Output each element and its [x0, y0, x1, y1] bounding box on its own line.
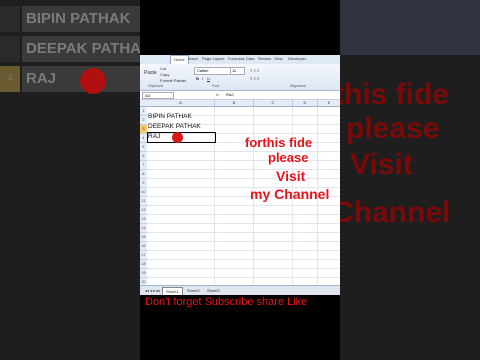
grid-hline: [147, 169, 340, 170]
group-label-font: Font: [212, 84, 220, 88]
row-header[interactable]: 5: [140, 143, 147, 152]
bg-red-dot: [80, 68, 106, 94]
row-header[interactable]: 8: [140, 170, 147, 179]
column-headers: A B C D E: [140, 100, 340, 107]
tab-insert[interactable]: Insert: [188, 56, 198, 61]
row-header[interactable]: 15: [140, 233, 147, 242]
row-header[interactable]: 17: [140, 251, 147, 260]
row-header[interactable]: 14: [140, 224, 147, 233]
sheet-tab-sheet2[interactable]: Sheet2: [184, 287, 203, 294]
overlay-line-2: please: [268, 150, 309, 165]
align-icon[interactable]: ≡ ≡ ≡: [250, 68, 259, 73]
overlay-line-3: Visit: [276, 168, 306, 184]
align-icon[interactable]: ≡ ≡ ≡: [250, 76, 259, 81]
row-header[interactable]: 12: [140, 206, 147, 215]
cell-a2[interactable]: DEEPAK PATHAK: [148, 122, 201, 131]
name-box[interactable]: A3: [142, 92, 174, 99]
cursor-highlight-dot: [172, 132, 183, 143]
bg-row-number: [0, 6, 20, 32]
bg-text-line: Visit: [350, 148, 413, 181]
grid-hline: [147, 232, 340, 233]
ribbon: Paste Cut Copy Format Painter Calibri 11…: [140, 64, 340, 91]
grid-hline: [147, 223, 340, 224]
underline-icon[interactable]: U: [207, 76, 210, 81]
row-header[interactable]: 2: [140, 116, 147, 125]
sheet-tab-sheet3[interactable]: Sheet3: [204, 287, 223, 294]
sheet-tab-sheet1[interactable]: Sheet1: [162, 287, 183, 295]
row-header[interactable]: 9: [140, 179, 147, 188]
background-zoom-right: this fide please Visit Channel: [340, 0, 480, 360]
tab-developer[interactable]: Developer: [288, 56, 306, 61]
tab-review[interactable]: Review: [258, 56, 271, 61]
bold-icon[interactable]: B: [196, 76, 199, 81]
row-header[interactable]: 6: [140, 152, 147, 161]
sheet-nav-icon[interactable]: ◂◂ ◂ ▸ ▸▸: [142, 287, 163, 294]
row-header[interactable]: 1: [140, 107, 147, 116]
row-header[interactable]: 7: [140, 161, 147, 170]
grid-hline: [147, 277, 340, 278]
row-header[interactable]: 16: [140, 242, 147, 251]
overlay-line-4: my Channel: [250, 186, 330, 202]
bg-cell-bipin: BIPIN PATHAK: [22, 6, 140, 32]
sheet-tab-bar: ◂◂ ◂ ▸ ▸▸ Sheet1 Sheet2 Sheet3: [140, 285, 340, 295]
bg-text-line: please: [346, 112, 440, 145]
column-header-e[interactable]: E: [318, 100, 340, 106]
bg-cell-deepak: DEEPAK PATHAK: [22, 36, 140, 62]
row-header[interactable]: 3: [140, 125, 147, 134]
grid-hline: [147, 160, 340, 161]
bg-ribbon: [340, 0, 480, 55]
column-header-a[interactable]: A: [147, 100, 215, 106]
bg-row-number: [0, 36, 20, 62]
column-header-d[interactable]: D: [293, 100, 318, 106]
cut-button[interactable]: Cut: [160, 66, 166, 71]
cell-a1[interactable]: BIPIN PATHAK: [148, 112, 192, 121]
tab-view[interactable]: View: [274, 56, 283, 61]
fx-icon[interactable]: fx: [216, 92, 219, 98]
copy-button[interactable]: Copy: [160, 72, 169, 77]
grid-hline: [147, 205, 340, 206]
excel-window: Home Insert Page Layout Formulas Data Re…: [140, 55, 340, 295]
column-header-c[interactable]: C: [254, 100, 293, 106]
grid-hline: [147, 241, 340, 242]
grid-hline: [147, 214, 340, 215]
tab-data[interactable]: Data: [246, 56, 254, 61]
bg-text-line: this fide: [340, 78, 450, 111]
row-header[interactable]: 4: [140, 134, 147, 143]
group-label-alignment: Alignment: [290, 84, 306, 88]
row-header[interactable]: 13: [140, 215, 147, 224]
bottom-caption: Don't forget Subscribe share Like: [145, 296, 308, 308]
background-zoom-left: BIPIN PATHAK DEEPAK PATHAK 4 RAJ: [0, 0, 140, 360]
overlay-line-1: forthis fide: [245, 135, 313, 150]
group-label-clipboard: Clipboard: [148, 84, 163, 88]
paste-button[interactable]: Paste: [144, 70, 157, 76]
ribbon-tabs: Home Insert Page Layout Formulas Data Re…: [140, 55, 340, 64]
grid-hline: [147, 178, 340, 179]
bg-row-number: 4: [0, 66, 20, 92]
row-header[interactable]: 18: [140, 260, 147, 269]
formula-input[interactable]: RAJ: [226, 92, 234, 98]
row-header[interactable]: 11: [140, 197, 147, 206]
row-header[interactable]: 19: [140, 269, 147, 278]
row-header[interactable]: 10: [140, 188, 147, 197]
font-size-select[interactable]: 11: [230, 67, 245, 75]
tab-page-layout[interactable]: Page Layout: [202, 56, 224, 61]
tab-formulas[interactable]: Formulas: [228, 56, 245, 61]
font-name-select[interactable]: Calibri: [194, 67, 232, 75]
italic-icon[interactable]: I: [202, 76, 203, 81]
formula-bar: A3 fx RAJ: [140, 91, 340, 100]
grid-hline: [147, 268, 340, 269]
grid-hline: [147, 151, 340, 152]
grid-hline: [147, 250, 340, 251]
grid-hline: [147, 259, 340, 260]
column-header-b[interactable]: B: [215, 100, 254, 106]
bg-text-line: Channel: [340, 196, 451, 229]
format-painter-button[interactable]: Format Painter: [160, 78, 186, 83]
tab-home[interactable]: Home: [170, 55, 189, 64]
